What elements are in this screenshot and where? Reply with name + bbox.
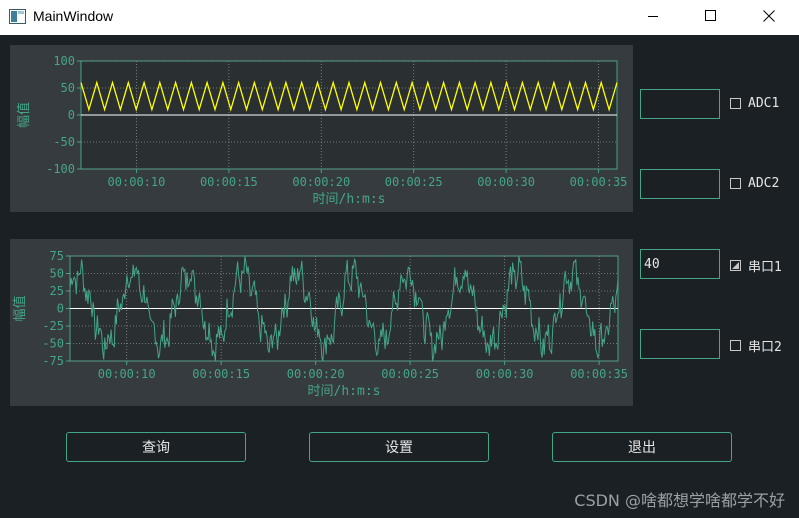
x-tick-label: 00:00:10 [108, 175, 166, 189]
checkbox-label: ADC1 [748, 96, 780, 111]
minimize-icon [648, 16, 658, 17]
serial1-value-input[interactable] [640, 249, 720, 279]
adc-chart-svg: 100 50 0 -50 -100 00:00:10 00:00:15 00:00:20 00… [16, 54, 628, 207]
y-tick-label: 50 [50, 267, 64, 281]
y-tick-label: 0 [68, 108, 75, 122]
adc1-value-input[interactable] [640, 89, 720, 119]
y-tick-label: -50 [53, 135, 75, 149]
y-tick-label: 50 [61, 81, 75, 95]
serial2-checkbox[interactable]: 串口2 [730, 336, 782, 355]
x-tick-label: 00:00:30 [477, 175, 535, 189]
serial-chart-svg: 75 50 25 0 -25 -50 -75 00:00:10 00:00:15 00:00:2… [12, 249, 628, 399]
minimize-button[interactable] [630, 0, 676, 32]
x-tick-label: 00:00:25 [381, 367, 439, 381]
x-tick-label: 00:00:25 [385, 175, 443, 189]
checkbox-label: ADC2 [748, 176, 780, 191]
y-tick-label: -50 [42, 337, 64, 351]
y-tick-label: 0 [57, 302, 64, 316]
x-tick-label: 00:00:15 [200, 175, 258, 189]
close-button[interactable] [746, 0, 792, 32]
x-tick-label: 00:00:35 [570, 175, 628, 189]
x-tick-label: 00:00:30 [476, 367, 534, 381]
x-axis-title: 时间/h:m:s [313, 192, 386, 207]
x-tick-label: 00:00:15 [192, 367, 250, 381]
x-tick-label: 00:00:20 [287, 367, 345, 381]
y-tick-label: -75 [42, 354, 64, 368]
checkbox-label: 串口1 [748, 260, 782, 275]
adc-chart: 100 50 0 -50 -100 00:00:10 00:00:15 00:00:20 00… [10, 45, 633, 212]
watermark: CSDN @啥都想学啥都学不好 [574, 491, 785, 510]
serial2-value-input[interactable] [640, 329, 720, 359]
y-tick-label: -100 [46, 162, 75, 176]
close-icon [763, 10, 775, 22]
checkbox-icon[interactable] [730, 178, 741, 189]
checkbox-checked-icon[interactable] [730, 260, 741, 271]
adc2-checkbox[interactable]: ADC2 [730, 176, 779, 191]
adc1-checkbox[interactable]: ADC1 [730, 96, 779, 111]
serial1-checkbox[interactable]: 串口1 [730, 256, 782, 275]
x-tick-label: 00:00:20 [292, 175, 350, 189]
query-button[interactable]: 查询 [66, 432, 246, 462]
serial-chart: 75 50 25 0 -25 -50 -75 00:00:10 00:00:15 00:00:2… [10, 239, 633, 406]
y-tick-label: 25 [50, 284, 64, 298]
maximize-button[interactable] [688, 0, 734, 32]
checkbox-icon[interactable] [730, 98, 741, 109]
x-tick-label: 00:00:35 [570, 367, 628, 381]
x-tick-label: 00:00:10 [98, 367, 156, 381]
exit-button[interactable]: 退出 [552, 432, 732, 462]
title-bar: MainWindow [0, 0, 799, 35]
app-window-icon [9, 9, 26, 24]
checkbox-icon[interactable] [730, 340, 741, 351]
adc2-value-input[interactable] [640, 169, 720, 199]
checkbox-label: 串口2 [748, 340, 782, 355]
y-axis-title: 幅值 [16, 102, 32, 128]
settings-button[interactable]: 设置 [309, 432, 489, 462]
y-tick-label: 75 [50, 249, 64, 263]
y-tick-label: -25 [42, 319, 64, 333]
y-tick-label: 100 [53, 54, 75, 68]
y-axis-title: 幅值 [12, 295, 28, 321]
maximize-icon [705, 10, 716, 21]
window-title: MainWindow [33, 8, 114, 24]
x-axis-title: 时间/h:m:s [308, 384, 381, 399]
